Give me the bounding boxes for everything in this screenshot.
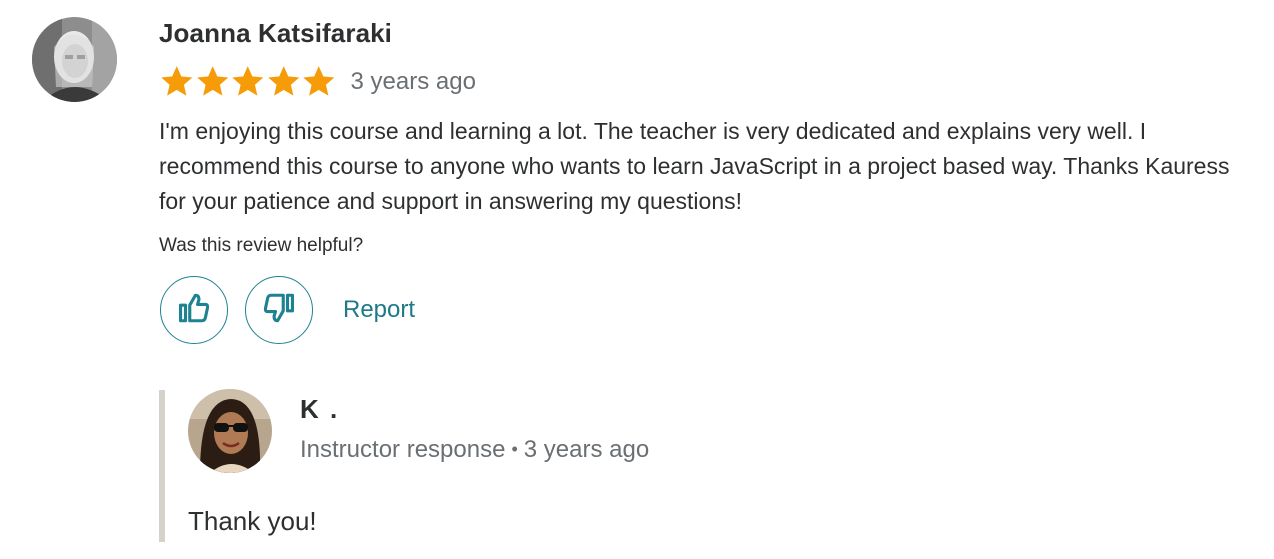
thumbs-up-icon (177, 291, 211, 330)
response-date: 3 years ago (523, 436, 650, 463)
response-role: Instructor response (300, 436, 506, 463)
star-icon (196, 66, 228, 96)
report-link[interactable]: Report (343, 296, 415, 324)
thumbs-down-button[interactable] (245, 276, 313, 344)
reviewer-avatar (32, 17, 117, 102)
review-date: 3 years ago (350, 68, 476, 95)
instructor-name: K . (300, 394, 340, 424)
response-text: Thank you! (188, 506, 317, 536)
response-meta: Instructor response • 3 years ago (300, 436, 649, 464)
star-icon (161, 66, 193, 96)
thumbs-up-button[interactable] (160, 276, 228, 344)
thumbs-down-icon (262, 291, 296, 330)
rating-row: 3 years ago (159, 64, 476, 100)
instructor-avatar (188, 389, 272, 473)
helpful-question: Was this review helpful? (159, 235, 364, 256)
response-divider (159, 390, 165, 542)
star-icon (303, 66, 335, 96)
star-rating (159, 65, 337, 99)
star-icon (232, 66, 264, 96)
meta-separator: • (511, 439, 518, 459)
star-icon (267, 66, 299, 96)
review-text: I'm enjoying this course and learning a … (159, 118, 1230, 214)
reviewer-name: Joanna Katsifaraki (159, 18, 393, 48)
